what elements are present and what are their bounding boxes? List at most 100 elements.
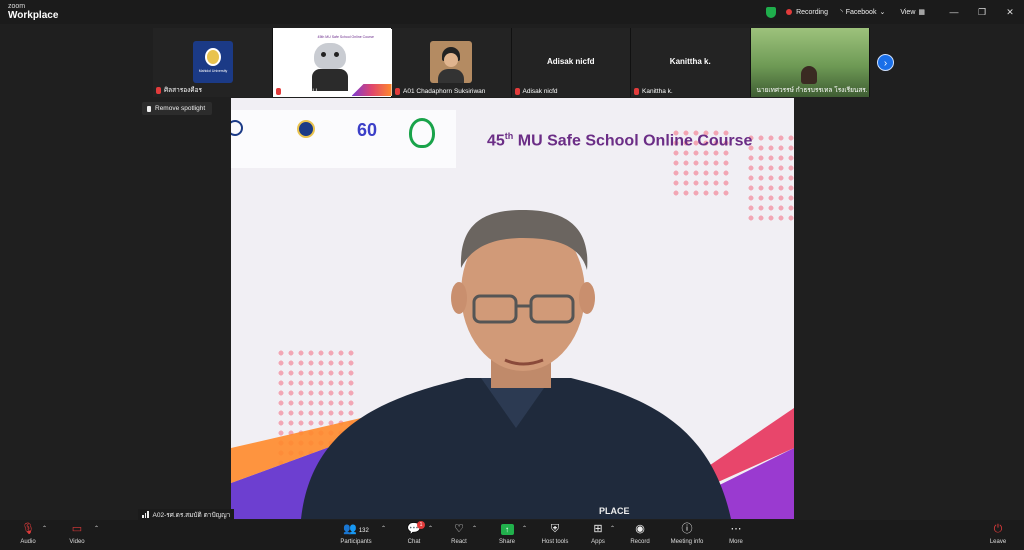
share-label: Share (498, 539, 515, 545)
spotlight-video[interactable]: 60 45th MU Safe School Online Course PLA… (231, 98, 794, 519)
participant-name-tag: Kanittha k. (634, 88, 673, 95)
restore-button[interactable]: ❐ (968, 7, 996, 18)
brand-zoom: zoom (8, 3, 26, 10)
record-button[interactable]: ◉ Record (626, 521, 654, 549)
participant-name: A01 Chadaphorn Suksiriwan (403, 88, 486, 95)
video-options-caret-icon[interactable]: ⌃ (94, 525, 99, 532)
participant-name: นายเทศวรรษ์ กำธรบรรเทล โรงเรียนสร... (756, 87, 868, 94)
chevron-down-icon: ⌄ (879, 9, 886, 16)
mahidol-logo: Mahidol University (193, 41, 233, 83)
record-label: Record (630, 539, 650, 545)
meeting-toolbar: 🎙 Audio ⌃ ▭ Video ⌃ 👥 132 Participants ⌃ … (0, 520, 1024, 550)
thumb-stripe (351, 84, 392, 96)
title-bar: zoom Workplace Recording ◝ Facebook ⌄ Vi… (0, 0, 1024, 24)
mic-muted-icon (275, 88, 281, 95)
participant-name-tag: A01 Chadaphorn Suksiriwan (395, 88, 485, 95)
mascot-eye (320, 52, 326, 57)
recording-dot-icon (786, 9, 793, 15)
recording-indicator[interactable]: Recording (786, 9, 828, 16)
mic-muted-icon (514, 88, 520, 95)
photo-shirt (438, 69, 464, 83)
share-screen-icon: ↑ (500, 524, 514, 535)
video-button[interactable]: ▭ Video (62, 521, 92, 549)
recording-label: Recording (796, 8, 828, 16)
remove-spotlight-label: Remove spotlight (155, 105, 206, 112)
shirt-logo-text: PLACE (599, 506, 630, 516)
participant-tile[interactable]: Mahidol University ศิลสารองคือร (153, 28, 273, 97)
participant-name-tag: ศิลสารองคือร (156, 85, 202, 95)
participant-name-tag: Adisak nicfd (514, 88, 558, 95)
speaker-figure (301, 210, 731, 519)
slide-thumbnail: 45th MU Safe School Online Course (273, 29, 392, 96)
chat-unread-badge: 1 (417, 521, 425, 529)
university-seal-icon (205, 48, 221, 66)
apps-label: Apps (591, 539, 605, 545)
apps-button[interactable]: ⊞ Apps (586, 521, 610, 549)
facebook-live-button[interactable]: ◝ Facebook ⌄ (840, 8, 888, 17)
participant-tile[interactable]: A01 Chadaphorn Suksiriwan (392, 28, 512, 97)
participants-icon: 👥 132 (343, 523, 369, 535)
audio-label: Audio (20, 539, 36, 545)
seal-mascot-head (313, 43, 346, 69)
share-button[interactable]: ↑ Share (494, 521, 520, 549)
strip-next-arrow-icon[interactable]: › (877, 54, 894, 71)
participant-name: ศิลสารองคือร (164, 87, 203, 94)
signal-bars-icon (142, 511, 150, 518)
participant-name: Adisak nicfd (522, 88, 558, 95)
participant-name: N.CFD. MU (283, 88, 318, 95)
brand-workplace: Workplace (8, 10, 59, 21)
participants-caret-icon[interactable]: ⌃ (381, 525, 386, 532)
participant-photo (430, 41, 472, 83)
minimize-button[interactable]: — (940, 7, 968, 17)
thumb-title: 45th MU Safe School Online Course (317, 35, 374, 39)
participant-name-tag: N.CFD. MU (275, 88, 318, 95)
more-label: More (729, 539, 743, 545)
host-shield-icon: ⛨ (550, 523, 560, 535)
participant-center-name: Adisak nicfd (546, 57, 595, 66)
speaker-name: A02-รศ.ดร.สมบัติ ตาปัญญา (152, 511, 231, 519)
audio-options-caret-icon[interactable]: ⌃ (42, 525, 47, 532)
facebook-label: Facebook (845, 8, 877, 16)
share-caret-icon[interactable]: ⌃ (522, 525, 527, 532)
apps-icon: ⊞ (593, 523, 603, 535)
meeting-info-button[interactable]: ⓘ Meeting info (668, 521, 706, 549)
leave-label: Leave (989, 539, 1007, 545)
participants-strip: Mahidol University ศิลสารองคือร 45th MU … (153, 28, 870, 97)
participant-tile[interactable]: 45th MU Safe School Online Course N.CFD.… (272, 28, 392, 97)
chat-label: Chat (407, 539, 421, 545)
react-button[interactable]: ♡ React (446, 521, 472, 549)
app-brand: zoom Workplace (8, 3, 58, 21)
host-tools-label: Host tools (541, 539, 569, 545)
photo-face (444, 53, 458, 67)
audio-button[interactable]: 🎙 Audio (14, 521, 42, 549)
meeting-info-label: Meeting info (670, 539, 704, 545)
leave-icon: ⏻ (993, 523, 1003, 535)
close-button[interactable]: ✕ (996, 7, 1024, 18)
participant-tile[interactable]: นายเทศวรรษ์ กำธรบรรเทล โรงเรียนสร... (750, 28, 870, 97)
mic-muted-icon (156, 86, 161, 94)
title-bar-controls: Recording ◝ Facebook ⌄ View ▦ — ❐ ✕ (766, 0, 1024, 24)
view-button[interactable]: View ▦ (900, 8, 928, 17)
participants-count: 132 (358, 528, 369, 534)
speaker-name-tag: A02-รศ.ดร.สมบัติ ตาปัญญา (138, 509, 235, 520)
apps-caret-icon[interactable]: ⌃ (610, 525, 615, 532)
participant-name: Kanittha k. (642, 88, 673, 95)
participant-tile[interactable]: Adisak nicfd Adisak nicfd (511, 28, 631, 97)
record-icon: ◉ (635, 523, 645, 535)
more-button[interactable]: ⋯ More (724, 521, 748, 549)
more-dots-icon: ⋯ (730, 523, 742, 535)
chat-button[interactable]: 💬 1 Chat (402, 521, 426, 549)
heart-icon: ♡ (454, 523, 464, 535)
remove-spotlight-button[interactable]: Remove spotlight (142, 102, 212, 115)
react-caret-icon[interactable]: ⌃ (472, 525, 477, 532)
video-label: Video (69, 539, 85, 545)
host-tools-button[interactable]: ⛨ Host tools (538, 521, 572, 549)
mic-muted-icon: 🎙 (21, 523, 35, 535)
zoom-window: zoom Workplace Recording ◝ Facebook ⌄ Vi… (0, 0, 1024, 550)
security-shield-icon[interactable] (766, 6, 777, 18)
participants-button[interactable]: 👥 132 Participants (336, 521, 376, 549)
chat-caret-icon[interactable]: ⌃ (428, 525, 433, 532)
view-label: View (900, 8, 916, 16)
participant-tile[interactable]: Kanittha k. Kanittha k. (631, 28, 751, 97)
leave-button[interactable]: ⏻ Leave (986, 521, 1010, 549)
